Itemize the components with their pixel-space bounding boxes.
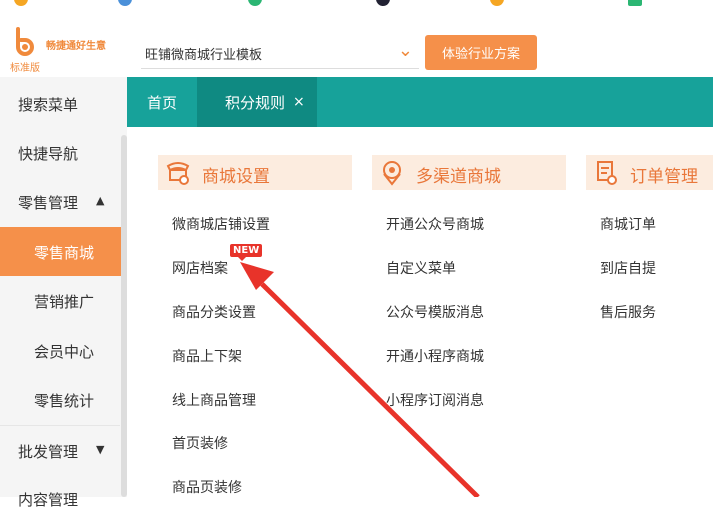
sidebar: 搜索菜单 快捷导航 零售管理 ▲ 零售商城 营销推广 会员中心 零售统计 批发管… bbox=[0, 77, 127, 509]
sidebar-item-label: 零售管理 bbox=[18, 194, 79, 212]
bookmark-icon[interactable] bbox=[248, 0, 262, 6]
sidebar-item-retail-management[interactable]: 零售管理 ▲ bbox=[0, 177, 120, 226]
link-custom-menu[interactable]: 自定义菜单 bbox=[386, 258, 456, 278]
shop-settings-icon bbox=[166, 162, 190, 185]
section-title: 多渠道商城 bbox=[416, 167, 501, 187]
bookmark-icon[interactable] bbox=[118, 0, 132, 6]
link-open-mini-program-mall[interactable]: 开通小程序商城 bbox=[386, 346, 484, 366]
brand-logo[interactable]: 畅捷通好生意 标准版 bbox=[0, 19, 127, 77]
sidebar-item-retail-stats[interactable]: 零售统计 bbox=[0, 375, 120, 424]
tab-label: 积分规则 bbox=[225, 94, 286, 112]
brand-logo-icon bbox=[16, 27, 34, 56]
sidebar-item-label: 会员中心 bbox=[34, 343, 95, 361]
bookmark-icon[interactable] bbox=[628, 0, 642, 6]
sidebar-item-label: 内容管理 bbox=[18, 491, 79, 509]
link-home-decoration[interactable]: 首页装修 bbox=[172, 433, 228, 453]
industry-template-value: 旺铺微商城行业模板 bbox=[145, 48, 263, 63]
link-official-account-template-messages[interactable]: 公众号模版消息 bbox=[386, 302, 484, 322]
chevron-down-icon[interactable]: ⌄ bbox=[398, 40, 413, 61]
tab-label: 首页 bbox=[147, 94, 178, 112]
sidebar-item-label: 营销推广 bbox=[34, 293, 95, 311]
browser-bookmark-bar bbox=[0, 0, 713, 20]
header-bar: 旺铺微商城行业模板 ⌄ 体验行业方案 bbox=[127, 19, 713, 77]
section-header-orders: 订单管理 bbox=[586, 155, 713, 190]
tab-points-rules[interactable]: 积分规则 × bbox=[197, 77, 317, 127]
caret-up-icon: ▲ bbox=[96, 194, 105, 207]
sidebar-item-retail-mall[interactable]: 零售商城 bbox=[0, 227, 127, 276]
link-category-settings[interactable]: 商品分类设置 bbox=[172, 302, 256, 322]
new-badge: NEW bbox=[230, 244, 263, 261]
link-shop-settings[interactable]: 微商城店铺设置 bbox=[172, 214, 270, 234]
sidebar-item-member-center[interactable]: 会员中心 bbox=[0, 326, 120, 375]
sidebar-item-label: 批发管理 bbox=[18, 443, 79, 461]
link-product-listing[interactable]: 商品上下架 bbox=[172, 346, 242, 366]
multichannel-icon bbox=[383, 161, 401, 186]
link-mini-program-subscription-messages[interactable]: 小程序订阅消息 bbox=[386, 390, 484, 410]
link-product-page-decoration[interactable]: 商品页装修 bbox=[172, 477, 242, 497]
tab-bar: 首页 积分规则 × bbox=[127, 77, 713, 127]
bookmark-icon[interactable] bbox=[376, 0, 390, 6]
sidebar-item-label: 零售统计 bbox=[34, 392, 95, 410]
experience-solution-button[interactable]: 体验行业方案 bbox=[425, 35, 537, 70]
close-icon[interactable]: × bbox=[293, 94, 305, 110]
caret-down-icon: ▼ bbox=[96, 443, 105, 456]
link-mall-orders[interactable]: 商城订单 bbox=[600, 214, 656, 234]
order-icon bbox=[597, 161, 617, 185]
sidebar-item-label: 零售商城 bbox=[34, 244, 95, 262]
link-in-store-pickup[interactable]: 到店自提 bbox=[600, 258, 656, 278]
section-title: 商城设置 bbox=[202, 167, 270, 187]
sidebar-item-marketing[interactable]: 营销推广 bbox=[0, 276, 120, 325]
sidebar-item-label: 搜索菜单 bbox=[18, 96, 79, 114]
link-store-profile[interactable]: 网店档案 bbox=[172, 258, 228, 278]
bookmark-icon[interactable] bbox=[14, 0, 28, 6]
tab-home[interactable]: 首页 bbox=[127, 77, 197, 127]
bookmark-icon[interactable] bbox=[490, 0, 504, 6]
link-online-product-management[interactable]: 线上商品管理 bbox=[172, 390, 256, 410]
brand-name: 畅捷通好生意 bbox=[46, 41, 106, 52]
section-header-shop-settings: 商城设置 bbox=[158, 155, 352, 190]
sidebar-scrollbar[interactable] bbox=[121, 135, 127, 497]
brand-edition: 标准版 bbox=[10, 63, 40, 74]
sidebar-item-quick-nav[interactable]: 快捷导航 bbox=[0, 128, 120, 177]
industry-template-select[interactable]: 旺铺微商城行业模板 ⌄ bbox=[141, 36, 419, 69]
section-header-multichannel: 多渠道商城 bbox=[372, 155, 566, 190]
sidebar-item-label: 快捷导航 bbox=[18, 145, 79, 163]
sidebar-item-wholesale[interactable]: 批发管理 ▼ bbox=[0, 425, 120, 475]
sidebar-item-search-menu[interactable]: 搜索菜单 bbox=[0, 79, 120, 128]
sidebar-item-content-management[interactable]: 内容管理 bbox=[0, 474, 120, 523]
section-title: 订单管理 bbox=[630, 167, 698, 187]
link-open-official-account-mall[interactable]: 开通公众号商城 bbox=[386, 214, 484, 234]
link-after-sales-service[interactable]: 售后服务 bbox=[600, 302, 656, 322]
